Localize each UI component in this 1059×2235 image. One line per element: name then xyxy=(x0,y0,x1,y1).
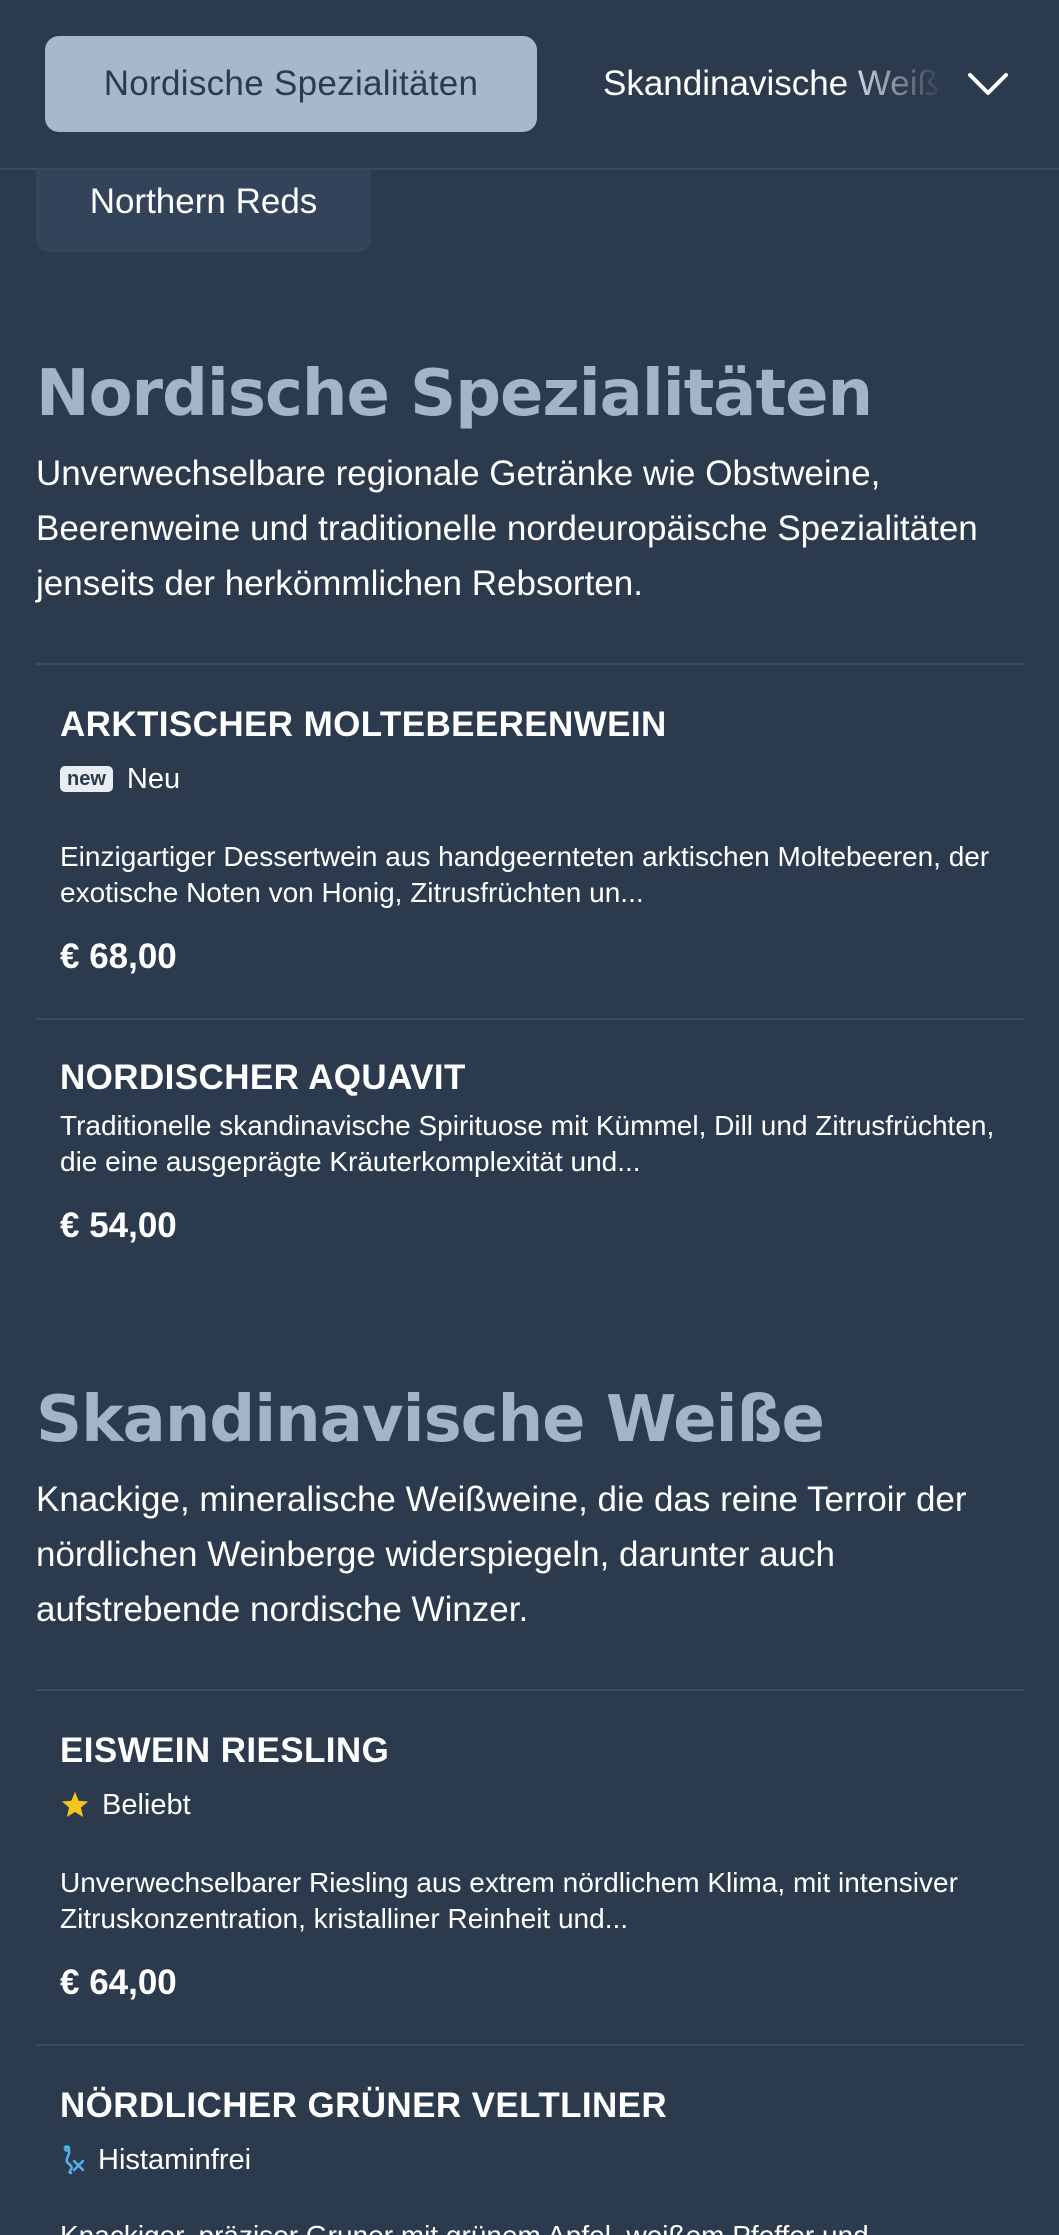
item-price: € 54,00 xyxy=(60,1206,177,1245)
tab-label: Northern Reds xyxy=(89,182,318,221)
section-title: Nordische Spezialitäten xyxy=(36,357,873,431)
category-nav: Nordische Spezialitäten Skandinavische W… xyxy=(0,0,1059,170)
tab-nordische-spezialitaeten[interactable]: Nordische Spezialitäten xyxy=(45,36,537,132)
item-description: Traditionelle skandinavische Spirituose … xyxy=(60,1110,995,1177)
tab-label: Nordische Spezialitäten xyxy=(103,64,479,103)
menu-item[interactable]: NORDISCHER AQUAVIT Traditionelle skandin… xyxy=(36,1018,1024,1298)
section-description: Unverwechselbare regionale Getränke wie … xyxy=(36,453,978,603)
item-description: Einzigartiger Dessertwein aus handgeernt… xyxy=(60,841,990,908)
tab-label: Skandinavische Weiße xyxy=(603,64,943,103)
item-name: EISWEIN RIESLING xyxy=(60,1731,390,1770)
badge-label: Beliebt xyxy=(102,1788,191,1821)
item-price: € 64,00 xyxy=(60,1963,177,2002)
new-chip: new xyxy=(60,766,113,792)
item-name: NÖRDLICHER GRÜNER VELTLINER xyxy=(60,2086,668,2125)
item-description: Knackiger, präziser Gruner mit grünem Ap… xyxy=(60,2218,1000,2235)
histamine-free-badge: Histaminfrei xyxy=(60,2142,1000,2178)
popular-badge: Beliebt xyxy=(60,1787,1000,1823)
menu-item[interactable]: NÖRDLICHER GRÜNER VELTLINER Histaminfrei… xyxy=(36,2044,1024,2235)
expand-categories-button[interactable] xyxy=(956,52,1020,116)
section-description: Knackige, mineralische Weißweine, die da… xyxy=(36,1479,967,1629)
item-price: € 68,00 xyxy=(60,937,177,976)
tab-skandinavische-weisse[interactable]: Skandinavische Weiße xyxy=(603,36,943,132)
menu-item[interactable]: ARKTISCHER MOLTEBEERENWEIN new Neu Einzi… xyxy=(36,663,1024,1019)
menu-page: Northern Reds Nordische Spezialitäten Sk… xyxy=(0,0,1059,2235)
section-nordische-spezialitaeten: Nordische Spezialitäten Unverwechselbare… xyxy=(36,357,1024,611)
menu-item[interactable]: EISWEIN RIESLING Beliebt Unverwechselbar… xyxy=(36,1689,1024,2045)
item-name: ARKTISCHER MOLTEBEERENWEIN xyxy=(60,705,667,744)
section-skandinavische-weisse: Skandinavische Weiße Knackige, mineralis… xyxy=(36,1383,1024,1637)
badge-label: Neu xyxy=(126,762,181,795)
chevron-down-icon xyxy=(968,73,1008,95)
item-description: Unverwechselbarer Riesling aus extrem nö… xyxy=(60,1867,958,1934)
badge-label: Histaminfrei xyxy=(98,2143,252,2176)
item-name: NORDISCHER AQUAVIT xyxy=(60,1058,466,1097)
star-icon xyxy=(60,1790,90,1820)
section-title: Skandinavische Weiße xyxy=(36,1383,825,1457)
histamine-free-icon xyxy=(60,2145,86,2175)
new-badge: new Neu xyxy=(60,761,1000,797)
